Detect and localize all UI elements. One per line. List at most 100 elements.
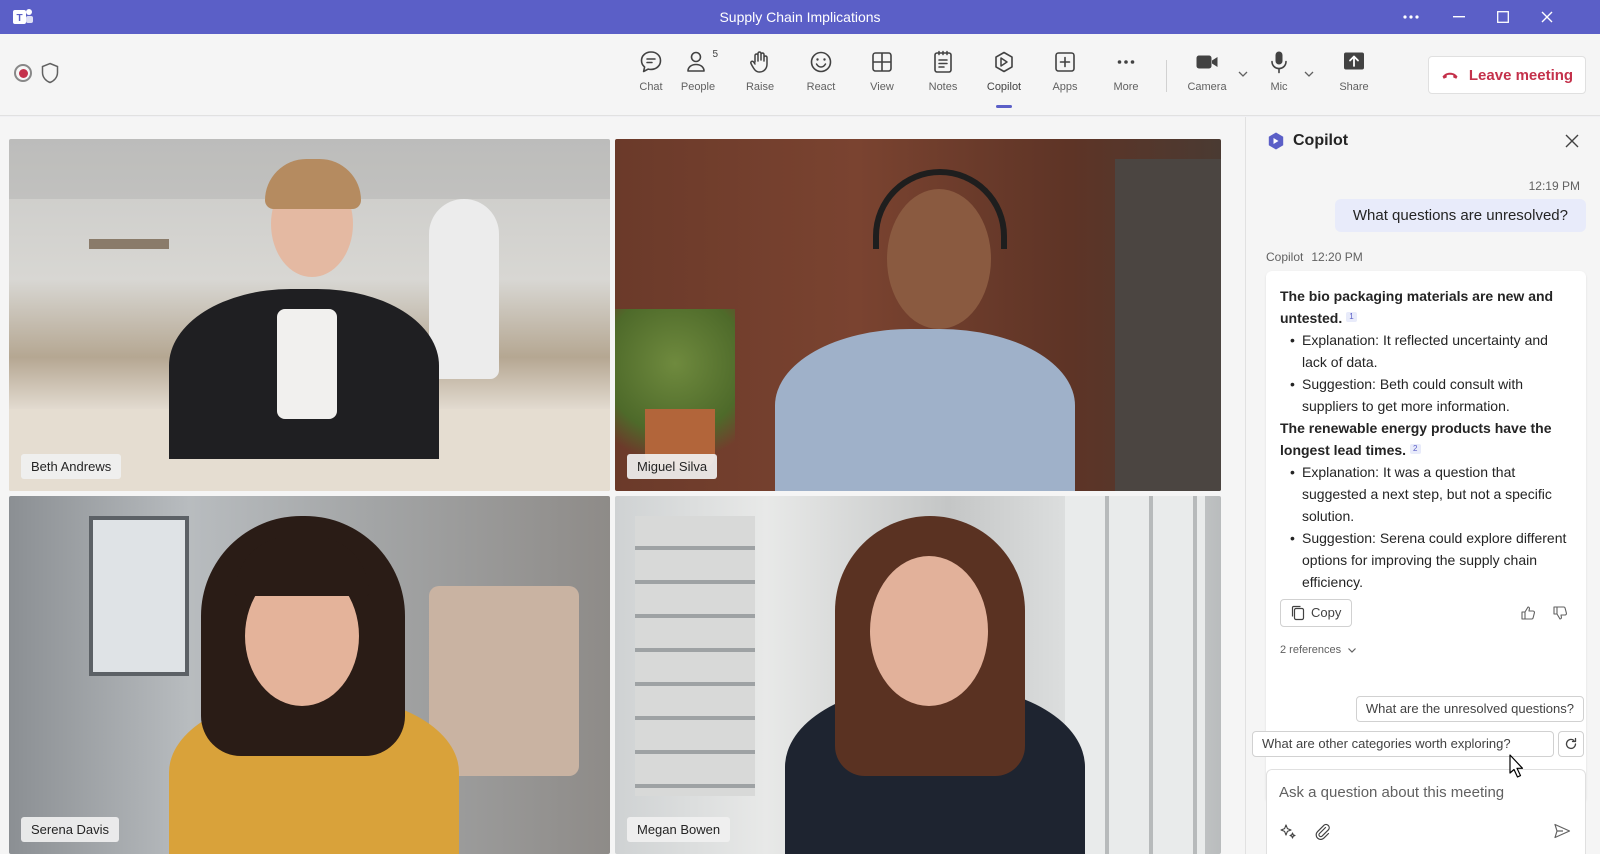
thumbs-down-icon[interactable]	[1552, 605, 1568, 621]
leave-meeting-label: Leave meeting	[1468, 66, 1574, 84]
mouse-cursor-icon	[1509, 754, 1524, 778]
people-icon	[687, 51, 705, 72]
toolbar-raise-label: Raise	[745, 81, 775, 93]
toolbar-more-button[interactable]: More	[1098, 48, 1154, 110]
close-icon[interactable]	[1530, 4, 1564, 30]
toolbar-copilot-label: Copilot	[986, 81, 1022, 93]
refresh-icon	[1565, 737, 1577, 750]
ask-question-input[interactable]	[1279, 780, 1569, 804]
video-feed	[9, 496, 610, 854]
grid-icon	[872, 52, 892, 72]
user-message: What questions are unresolved?	[1334, 199, 1586, 232]
list-item: Explanation: It reflected uncertainty an…	[1290, 329, 1572, 373]
participant-tile[interactable]: Beth Andrews	[9, 139, 610, 491]
toolbar-apps-label: Apps	[1052, 81, 1078, 93]
toolbar-camera-label: Camera	[1187, 81, 1227, 93]
reference-marker[interactable]: 1	[1346, 312, 1357, 322]
chat-icon	[640, 51, 662, 73]
video-feed	[9, 139, 610, 491]
copy-button[interactable]: Copy	[1280, 599, 1353, 627]
copilot-response-card: The bio packaging materials are new and …	[1266, 271, 1586, 803]
camera-options-chevron-icon[interactable]	[1237, 68, 1249, 80]
user-message-timestamp: 12:19 PM	[1528, 179, 1580, 193]
reply-timestamp: 12:20 PM	[1311, 250, 1363, 264]
notes-icon	[934, 50, 952, 73]
toolbar-more-label: More	[1113, 81, 1139, 93]
toolbar-people-label: People	[680, 81, 716, 93]
copilot-logo-icon	[1268, 132, 1284, 150]
mic-icon	[1271, 51, 1287, 74]
minimize-icon[interactable]	[1442, 4, 1476, 30]
chevron-down-icon	[1348, 648, 1357, 653]
participant-tile[interactable]: Serena Davis	[9, 496, 610, 854]
answer-bullet-list: Explanation: It was a question that sugg…	[1280, 461, 1572, 593]
video-feed	[615, 139, 1221, 491]
toolbar-react-button[interactable]: React	[793, 48, 849, 110]
plus-icon	[1055, 52, 1075, 72]
toolbar-share-button[interactable]: Share	[1326, 48, 1382, 110]
toolbar-notes-button[interactable]: Notes	[915, 48, 971, 110]
video-feed	[615, 496, 1221, 854]
maximize-icon[interactable]	[1486, 4, 1520, 30]
more-icon[interactable]	[1394, 4, 1428, 30]
toolbar-camera-button[interactable]: Camera	[1179, 48, 1235, 110]
toolbar-people-button[interactable]: 5 People	[670, 48, 726, 110]
reference-marker[interactable]: 2	[1410, 444, 1421, 454]
toolbar-share-label: Share	[1339, 81, 1369, 93]
toolbar-raise-button[interactable]: Raise	[732, 48, 788, 110]
references-toggle[interactable]: 2 references	[1280, 639, 1357, 661]
title-bar: T Supply Chain Implications	[0, 0, 1600, 34]
participant-tile[interactable]: Miguel Silva	[615, 139, 1221, 491]
camera-icon	[1196, 55, 1218, 69]
copilot-panel-header: Copilot	[1246, 117, 1600, 165]
toolbar-apps-button[interactable]: Apps	[1037, 48, 1093, 110]
copilot-icon	[995, 51, 1013, 73]
refresh-suggestions-button[interactable]	[1558, 731, 1584, 757]
toolbar-mic-label: Mic	[1270, 81, 1288, 93]
shield-icon	[41, 62, 59, 84]
suggested-prompt[interactable]: What are the unresolved questions?	[1355, 696, 1584, 722]
toolbar-react-label: React	[806, 81, 836, 93]
smile-icon	[810, 51, 832, 73]
toolbar-mic-button[interactable]: Mic	[1251, 48, 1307, 110]
toolbar-copilot-button[interactable]: Copilot	[976, 48, 1032, 110]
hand-icon	[750, 51, 768, 73]
toolbar-divider	[1166, 60, 1167, 92]
list-item: Suggestion: Serena could explore differe…	[1290, 527, 1572, 593]
toolbar-view-label: View	[870, 81, 894, 93]
copilot-panel-title: Copilot	[1293, 132, 1349, 149]
people-count-badge: 5	[712, 49, 718, 60]
response-actions: Copy	[1280, 599, 1572, 627]
copy-label: Copy	[1311, 605, 1342, 620]
list-item: Suggestion: Beth could consult with supp…	[1290, 373, 1572, 417]
participant-name: Miguel Silva	[627, 454, 718, 479]
participant-name: Beth Andrews	[21, 454, 122, 479]
copilot-panel: Copilot 12:19 PM What questions are unre…	[1245, 117, 1600, 854]
answer-heading: The renewable energy products have the l…	[1280, 420, 1552, 458]
answer-heading: The bio packaging materials are new and …	[1280, 288, 1554, 326]
recording-indicator-icon	[14, 64, 32, 82]
reply-author: Copilot	[1266, 250, 1304, 264]
send-icon[interactable]	[1553, 822, 1571, 840]
copy-icon	[1291, 605, 1305, 621]
participant-name: Serena Davis	[21, 817, 120, 842]
participant-name: Megan Bowen	[627, 817, 731, 842]
copilot-composer	[1266, 769, 1586, 854]
toolbar-notes-label: Notes	[928, 81, 958, 93]
toolbar-view-button[interactable]: View	[854, 48, 910, 110]
participant-tile[interactable]: Megan Bowen	[615, 496, 1221, 854]
thumbs-up-icon[interactable]	[1520, 605, 1536, 621]
sparkle-icon[interactable]	[1279, 822, 1297, 840]
mic-options-chevron-icon[interactable]	[1303, 68, 1315, 80]
attach-icon[interactable]	[1313, 822, 1331, 840]
references-label: 2 references	[1280, 644, 1342, 656]
reply-meta: Copilot 12:20 PM	[1266, 250, 1363, 264]
answer-bullet-list: Explanation: It reflected uncertainty an…	[1280, 329, 1572, 417]
video-stage: Beth Andrews Miguel Silva Serena Davis M…	[0, 117, 1245, 854]
close-icon[interactable]	[1564, 133, 1580, 149]
hang-up-icon	[1442, 72, 1458, 79]
leave-meeting-button[interactable]: Leave meeting	[1428, 56, 1586, 94]
toolbar-chat-label: Chat	[639, 81, 663, 93]
meeting-toolbar: Chat 5 People Raise React View Notes Cop…	[0, 34, 1600, 116]
window-title: Supply Chain Implications	[719, 9, 881, 25]
